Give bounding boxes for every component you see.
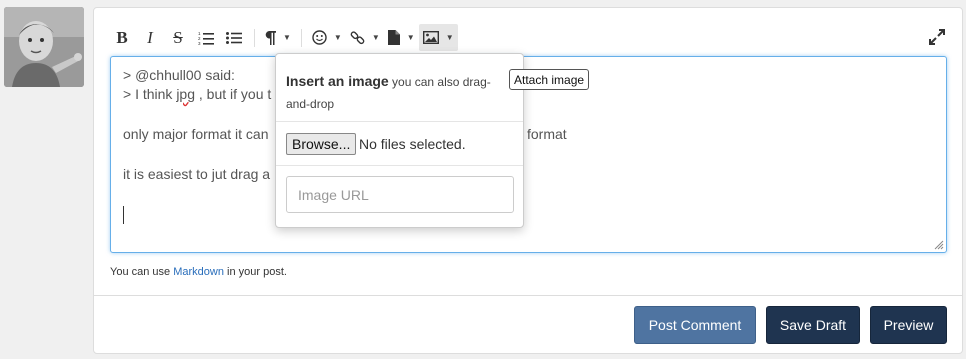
fullscreen-button[interactable] bbox=[928, 28, 946, 46]
file-button[interactable]: ▼ bbox=[384, 24, 419, 51]
expand-icon bbox=[929, 29, 945, 45]
popover-title: Insert an image bbox=[286, 73, 389, 89]
post-comment-button[interactable]: Post Comment bbox=[634, 306, 756, 344]
markdown-hint: You can use Markdown in your post. bbox=[110, 266, 287, 278]
ordered-list-icon: 1 2 3 bbox=[198, 31, 214, 45]
editor-toolbar: B I S 1 2 3 ▼ ▼ ▼ ▼ ▼ bbox=[108, 24, 952, 51]
toolbar-divider bbox=[254, 28, 255, 47]
bullet-list-button[interactable] bbox=[220, 24, 248, 51]
ordered-list-button[interactable]: 1 2 3 bbox=[192, 24, 220, 51]
text-cursor bbox=[123, 206, 124, 225]
chevron-down-icon: ▼ bbox=[283, 33, 291, 42]
emoji-button[interactable]: ▼ bbox=[308, 24, 346, 51]
divider bbox=[94, 295, 962, 296]
resize-handle-icon[interactable] bbox=[932, 238, 944, 250]
popover-header: Insert an image you can also drag-and-dr… bbox=[286, 70, 514, 115]
editor-text: only major format it can bbox=[123, 126, 269, 142]
save-draft-button[interactable]: Save Draft bbox=[766, 306, 860, 344]
editor-text: format bbox=[527, 126, 567, 142]
markdown-link[interactable]: Markdown bbox=[173, 266, 224, 278]
image-url-input[interactable] bbox=[286, 176, 514, 213]
link-icon bbox=[350, 31, 365, 45]
strikethrough-button[interactable]: S bbox=[164, 24, 192, 51]
image-icon bbox=[422, 31, 439, 44]
avatar bbox=[4, 7, 84, 87]
preview-button[interactable]: Preview bbox=[870, 306, 947, 344]
bullet-list-icon bbox=[226, 31, 242, 44]
editor-line bbox=[123, 205, 934, 225]
chevron-down-icon: ▼ bbox=[406, 33, 415, 42]
editor-text: > I think bbox=[123, 86, 177, 102]
editor-text: , but if you t bbox=[195, 86, 272, 102]
paragraph-icon bbox=[265, 30, 276, 45]
comment-editor-card: B I S 1 2 3 ▼ ▼ ▼ ▼ ▼ > @chhull00 said: … bbox=[93, 7, 963, 354]
editor-line: it is easiest to jut drag a bbox=[123, 166, 271, 182]
browse-button[interactable]: Browse... bbox=[286, 133, 357, 155]
svg-text:3: 3 bbox=[198, 41, 201, 45]
file-icon bbox=[387, 30, 400, 45]
file-status: No files selected. bbox=[359, 136, 466, 152]
chevron-down-icon: ▼ bbox=[445, 33, 454, 42]
link-button[interactable]: ▼ bbox=[346, 24, 384, 51]
toolbar-divider bbox=[300, 28, 302, 47]
divider bbox=[276, 121, 523, 122]
divider bbox=[276, 165, 523, 166]
chevron-down-icon: ▼ bbox=[371, 33, 380, 42]
emoji-icon bbox=[312, 30, 327, 45]
image-button[interactable]: ▼ bbox=[418, 24, 458, 51]
editor-line: only major format it can format bbox=[123, 125, 934, 144]
italic-button[interactable]: I bbox=[136, 24, 164, 51]
hint-text: in your post. bbox=[223, 266, 287, 278]
paragraph-format-button[interactable]: ▼ bbox=[261, 24, 295, 51]
insert-image-popover: Insert an image you can also drag-and-dr… bbox=[275, 53, 524, 228]
attach-image-tooltip: Attach image bbox=[509, 69, 590, 90]
misspelled-word: jpg bbox=[176, 86, 195, 102]
bold-button[interactable]: B bbox=[108, 24, 136, 51]
hint-text: You can use bbox=[110, 266, 174, 278]
chevron-down-icon: ▼ bbox=[333, 33, 342, 42]
